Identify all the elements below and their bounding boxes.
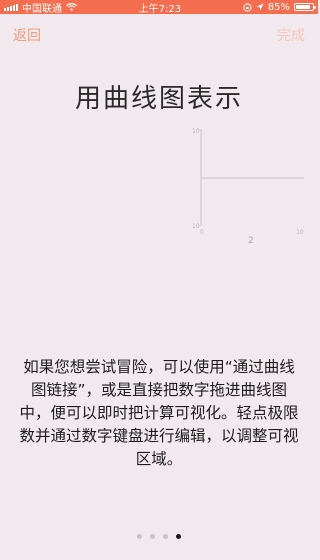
signal-icon: [4, 3, 18, 11]
page-dot[interactable]: [176, 534, 181, 539]
nav-bar: 返回 完成: [0, 25, 318, 45]
carrier-label: 中国联通: [22, 3, 62, 15]
page-title: 用曲线图表示: [74, 84, 243, 114]
wifi-icon: [66, 3, 77, 11]
page-indicator[interactable]: [0, 534, 318, 539]
graph-svg: 10 10 0 10 2: [192, 128, 304, 244]
status-bar: 中国联通 上午7:23 85%: [0, 0, 318, 15]
graph-x-right-label: 10: [296, 229, 304, 236]
graph-center-label: 2: [248, 236, 254, 244]
back-button[interactable]: 返回: [13, 25, 41, 45]
location-icon: [256, 3, 264, 11]
battery-icon: [293, 3, 316, 11]
page-dot[interactable]: [137, 534, 142, 539]
battery-percent: 85%: [267, 1, 290, 13]
description-text: 如果您想尝试冒险，可以使用“通过曲线图链接”，或是直接把数字拖进曲线图中，便可以…: [19, 358, 299, 468]
page-dot[interactable]: [150, 534, 155, 539]
done-button[interactable]: 完成: [277, 25, 305, 45]
rotation-lock-icon: [243, 2, 252, 12]
page-dot[interactable]: [163, 534, 168, 539]
graph-y-bottom-label: 10: [192, 223, 200, 230]
status-time: 上午7:23: [138, 3, 182, 15]
status-right: 85%: [243, 1, 316, 13]
graph-illustration[interactable]: 10 10 0 10 2: [186, 126, 308, 244]
battery-fill: [295, 5, 310, 9]
graph-y-top-label: 10: [192, 128, 200, 135]
status-left: 中国联通: [4, 0, 77, 15]
graph-x-left-label: 0: [200, 229, 204, 236]
